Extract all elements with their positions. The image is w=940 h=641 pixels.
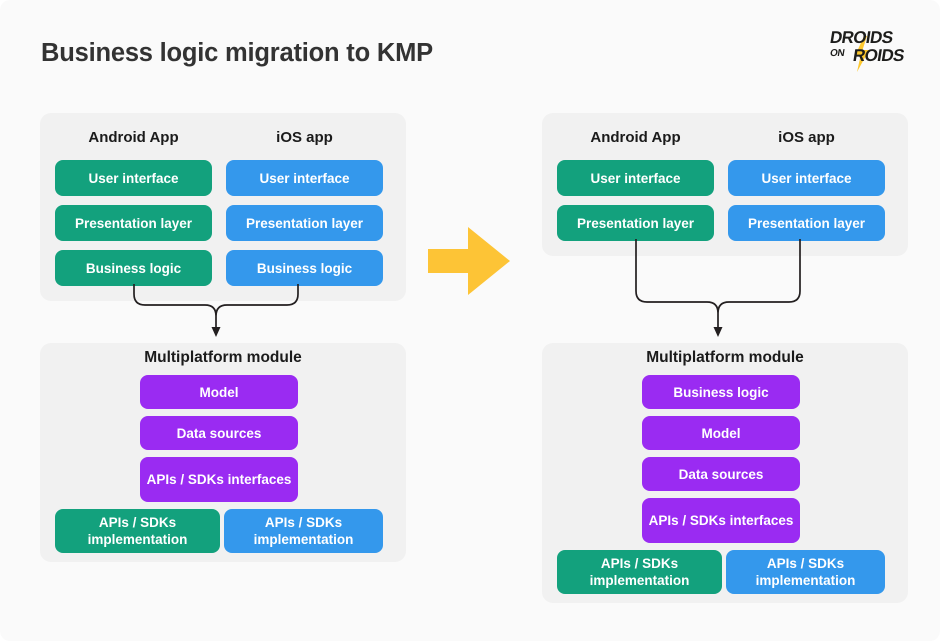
after-android-box-user-interface[interactable]: User interface: [557, 160, 714, 196]
before-android-box-business-logic[interactable]: Business logic: [55, 250, 212, 286]
diagram-canvas: Business logic migration to KMP DROIDS O…: [0, 0, 940, 641]
after-module-box-business-logic[interactable]: Business logic: [642, 375, 800, 409]
before-android-box-presentation-layer[interactable]: Presentation layer: [55, 205, 212, 241]
after-module-heading: Multiplatform module: [646, 349, 804, 366]
before-module-box-apis-sdks-interfaces[interactable]: APIs / SDKs interfaces: [140, 457, 298, 502]
after-module-box-data-sources[interactable]: Data sources: [642, 457, 800, 491]
before-ios-heading: iOS app: [276, 129, 333, 146]
before-module-box-data-sources[interactable]: Data sources: [140, 416, 298, 450]
before-ios-box-user-interface[interactable]: User interface: [226, 160, 383, 196]
after-module-box-ios-apis-implementation[interactable]: APIs / SDKs implementation: [726, 550, 885, 594]
after-module-box-apis-sdks-interfaces[interactable]: APIs / SDKs interfaces: [642, 498, 800, 543]
page-title: Business logic migration to KMP: [41, 39, 433, 67]
logo-text-roids: ROIDS: [851, 46, 906, 65]
migration-arrow-icon: [428, 227, 510, 295]
before-module-heading: Multiplatform module: [144, 349, 302, 366]
after-ios-box-user-interface[interactable]: User interface: [728, 160, 885, 196]
droids-on-roids-logo: DROIDS ON ROIDS: [828, 28, 908, 72]
before-module-box-model[interactable]: Model: [140, 375, 298, 409]
after-android-heading: Android App: [590, 129, 681, 146]
before-android-heading: Android App: [88, 129, 179, 146]
before-module-box-android-apis-implementation[interactable]: APIs / SDKs implementation: [55, 509, 220, 553]
after-module-box-android-apis-implementation[interactable]: APIs / SDKs implementation: [557, 550, 722, 594]
before-android-box-user-interface[interactable]: User interface: [55, 160, 212, 196]
after-android-box-presentation-layer[interactable]: Presentation layer: [557, 205, 714, 241]
logo-text-droids: DROIDS: [828, 28, 895, 47]
before-ios-box-presentation-layer[interactable]: Presentation layer: [226, 205, 383, 241]
before-ios-box-business-logic[interactable]: Business logic: [226, 250, 383, 286]
before-module-box-ios-apis-implementation[interactable]: APIs / SDKs implementation: [224, 509, 383, 553]
after-ios-box-presentation-layer[interactable]: Presentation layer: [728, 205, 885, 241]
logo-text-on: ON: [829, 48, 846, 59]
after-module-box-model[interactable]: Model: [642, 416, 800, 450]
after-ios-heading: iOS app: [778, 129, 835, 146]
